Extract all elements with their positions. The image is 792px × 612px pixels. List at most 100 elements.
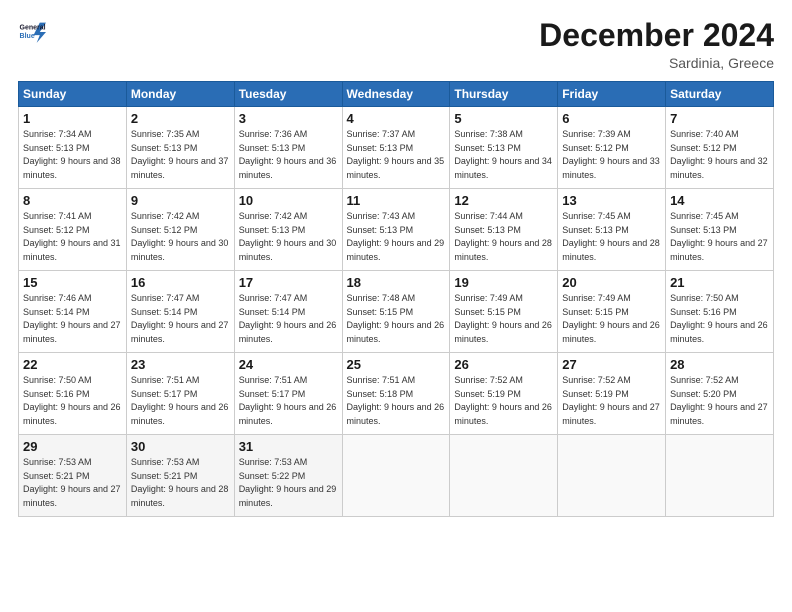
week-row-3: 15 Sunrise: 7:46 AMSunset: 5:14 PMDaylig… — [19, 271, 774, 353]
day-info: Sunrise: 7:53 AMSunset: 5:21 PMDaylight:… — [23, 457, 121, 508]
day-info: Sunrise: 7:34 AMSunset: 5:13 PMDaylight:… — [23, 129, 121, 180]
table-cell: 21 Sunrise: 7:50 AMSunset: 5:16 PMDaylig… — [666, 271, 774, 353]
table-cell: 5 Sunrise: 7:38 AMSunset: 5:13 PMDayligh… — [450, 107, 558, 189]
day-info: Sunrise: 7:42 AMSunset: 5:13 PMDaylight:… — [239, 211, 337, 262]
table-cell — [342, 435, 450, 517]
day-number: 17 — [239, 275, 338, 290]
weekday-header-row: Sunday Monday Tuesday Wednesday Thursday… — [19, 82, 774, 107]
table-cell: 22 Sunrise: 7:50 AMSunset: 5:16 PMDaylig… — [19, 353, 127, 435]
table-cell: 3 Sunrise: 7:36 AMSunset: 5:13 PMDayligh… — [234, 107, 342, 189]
day-number: 8 — [23, 193, 122, 208]
table-cell: 12 Sunrise: 7:44 AMSunset: 5:13 PMDaylig… — [450, 189, 558, 271]
day-info: Sunrise: 7:51 AMSunset: 5:18 PMDaylight:… — [347, 375, 445, 426]
day-info: Sunrise: 7:49 AMSunset: 5:15 PMDaylight:… — [562, 293, 660, 344]
day-info: Sunrise: 7:37 AMSunset: 5:13 PMDaylight:… — [347, 129, 445, 180]
day-number: 1 — [23, 111, 122, 126]
svg-text:Blue: Blue — [20, 33, 35, 40]
header-monday: Monday — [126, 82, 234, 107]
day-info: Sunrise: 7:52 AMSunset: 5:20 PMDaylight:… — [670, 375, 768, 426]
day-number: 30 — [131, 439, 230, 454]
table-cell: 27 Sunrise: 7:52 AMSunset: 5:19 PMDaylig… — [558, 353, 666, 435]
table-cell: 29 Sunrise: 7:53 AMSunset: 5:21 PMDaylig… — [19, 435, 127, 517]
table-cell: 30 Sunrise: 7:53 AMSunset: 5:21 PMDaylig… — [126, 435, 234, 517]
table-cell: 15 Sunrise: 7:46 AMSunset: 5:14 PMDaylig… — [19, 271, 127, 353]
table-cell: 1 Sunrise: 7:34 AMSunset: 5:13 PMDayligh… — [19, 107, 127, 189]
day-number: 31 — [239, 439, 338, 454]
day-number: 12 — [454, 193, 553, 208]
table-cell: 23 Sunrise: 7:51 AMSunset: 5:17 PMDaylig… — [126, 353, 234, 435]
header-wednesday: Wednesday — [342, 82, 450, 107]
day-number: 23 — [131, 357, 230, 372]
day-number: 24 — [239, 357, 338, 372]
day-number: 9 — [131, 193, 230, 208]
day-number: 14 — [670, 193, 769, 208]
day-info: Sunrise: 7:42 AMSunset: 5:12 PMDaylight:… — [131, 211, 229, 262]
day-number: 13 — [562, 193, 661, 208]
day-info: Sunrise: 7:47 AMSunset: 5:14 PMDaylight:… — [239, 293, 337, 344]
week-row-4: 22 Sunrise: 7:50 AMSunset: 5:16 PMDaylig… — [19, 353, 774, 435]
day-number: 5 — [454, 111, 553, 126]
table-cell: 19 Sunrise: 7:49 AMSunset: 5:15 PMDaylig… — [450, 271, 558, 353]
day-info: Sunrise: 7:41 AMSunset: 5:12 PMDaylight:… — [23, 211, 121, 262]
table-cell: 26 Sunrise: 7:52 AMSunset: 5:19 PMDaylig… — [450, 353, 558, 435]
day-info: Sunrise: 7:50 AMSunset: 5:16 PMDaylight:… — [23, 375, 121, 426]
day-number: 16 — [131, 275, 230, 290]
table-cell: 9 Sunrise: 7:42 AMSunset: 5:12 PMDayligh… — [126, 189, 234, 271]
day-number: 4 — [347, 111, 446, 126]
table-cell: 24 Sunrise: 7:51 AMSunset: 5:17 PMDaylig… — [234, 353, 342, 435]
day-number: 20 — [562, 275, 661, 290]
table-cell: 11 Sunrise: 7:43 AMSunset: 5:13 PMDaylig… — [342, 189, 450, 271]
day-info: Sunrise: 7:36 AMSunset: 5:13 PMDaylight:… — [239, 129, 337, 180]
day-number: 27 — [562, 357, 661, 372]
day-number: 10 — [239, 193, 338, 208]
table-cell — [666, 435, 774, 517]
day-info: Sunrise: 7:50 AMSunset: 5:16 PMDaylight:… — [670, 293, 768, 344]
day-info: Sunrise: 7:39 AMSunset: 5:12 PMDaylight:… — [562, 129, 660, 180]
day-number: 19 — [454, 275, 553, 290]
day-info: Sunrise: 7:46 AMSunset: 5:14 PMDaylight:… — [23, 293, 121, 344]
week-row-1: 1 Sunrise: 7:34 AMSunset: 5:13 PMDayligh… — [19, 107, 774, 189]
day-number: 3 — [239, 111, 338, 126]
svg-text:General: General — [20, 25, 46, 32]
table-cell: 18 Sunrise: 7:48 AMSunset: 5:15 PMDaylig… — [342, 271, 450, 353]
table-cell: 20 Sunrise: 7:49 AMSunset: 5:15 PMDaylig… — [558, 271, 666, 353]
day-number: 25 — [347, 357, 446, 372]
page: General Blue December 2024 Sardinia, Gre… — [0, 0, 792, 612]
day-number: 15 — [23, 275, 122, 290]
table-cell: 28 Sunrise: 7:52 AMSunset: 5:20 PMDaylig… — [666, 353, 774, 435]
day-info: Sunrise: 7:49 AMSunset: 5:15 PMDaylight:… — [454, 293, 552, 344]
day-number: 7 — [670, 111, 769, 126]
day-info: Sunrise: 7:45 AMSunset: 5:13 PMDaylight:… — [562, 211, 660, 262]
day-number: 21 — [670, 275, 769, 290]
day-number: 11 — [347, 193, 446, 208]
table-cell: 7 Sunrise: 7:40 AMSunset: 5:12 PMDayligh… — [666, 107, 774, 189]
day-info: Sunrise: 7:52 AMSunset: 5:19 PMDaylight:… — [454, 375, 552, 426]
day-number: 2 — [131, 111, 230, 126]
month-title: December 2024 — [539, 18, 774, 53]
table-cell: 16 Sunrise: 7:47 AMSunset: 5:14 PMDaylig… — [126, 271, 234, 353]
header-thursday: Thursday — [450, 82, 558, 107]
day-info: Sunrise: 7:45 AMSunset: 5:13 PMDaylight:… — [670, 211, 768, 262]
day-info: Sunrise: 7:43 AMSunset: 5:13 PMDaylight:… — [347, 211, 445, 262]
day-number: 22 — [23, 357, 122, 372]
logo: General Blue — [18, 18, 46, 46]
day-info: Sunrise: 7:44 AMSunset: 5:13 PMDaylight:… — [454, 211, 552, 262]
day-number: 6 — [562, 111, 661, 126]
table-cell: 13 Sunrise: 7:45 AMSunset: 5:13 PMDaylig… — [558, 189, 666, 271]
day-info: Sunrise: 7:35 AMSunset: 5:13 PMDaylight:… — [131, 129, 229, 180]
header-sunday: Sunday — [19, 82, 127, 107]
day-number: 18 — [347, 275, 446, 290]
location: Sardinia, Greece — [539, 55, 774, 71]
day-info: Sunrise: 7:40 AMSunset: 5:12 PMDaylight:… — [670, 129, 768, 180]
table-cell: 17 Sunrise: 7:47 AMSunset: 5:14 PMDaylig… — [234, 271, 342, 353]
header-saturday: Saturday — [666, 82, 774, 107]
day-number: 29 — [23, 439, 122, 454]
table-cell: 6 Sunrise: 7:39 AMSunset: 5:12 PMDayligh… — [558, 107, 666, 189]
week-row-5: 29 Sunrise: 7:53 AMSunset: 5:21 PMDaylig… — [19, 435, 774, 517]
day-info: Sunrise: 7:53 AMSunset: 5:22 PMDaylight:… — [239, 457, 337, 508]
table-cell: 8 Sunrise: 7:41 AMSunset: 5:12 PMDayligh… — [19, 189, 127, 271]
logo-icon: General Blue — [18, 18, 46, 46]
day-info: Sunrise: 7:52 AMSunset: 5:19 PMDaylight:… — [562, 375, 660, 426]
day-info: Sunrise: 7:51 AMSunset: 5:17 PMDaylight:… — [131, 375, 229, 426]
table-cell: 4 Sunrise: 7:37 AMSunset: 5:13 PMDayligh… — [342, 107, 450, 189]
